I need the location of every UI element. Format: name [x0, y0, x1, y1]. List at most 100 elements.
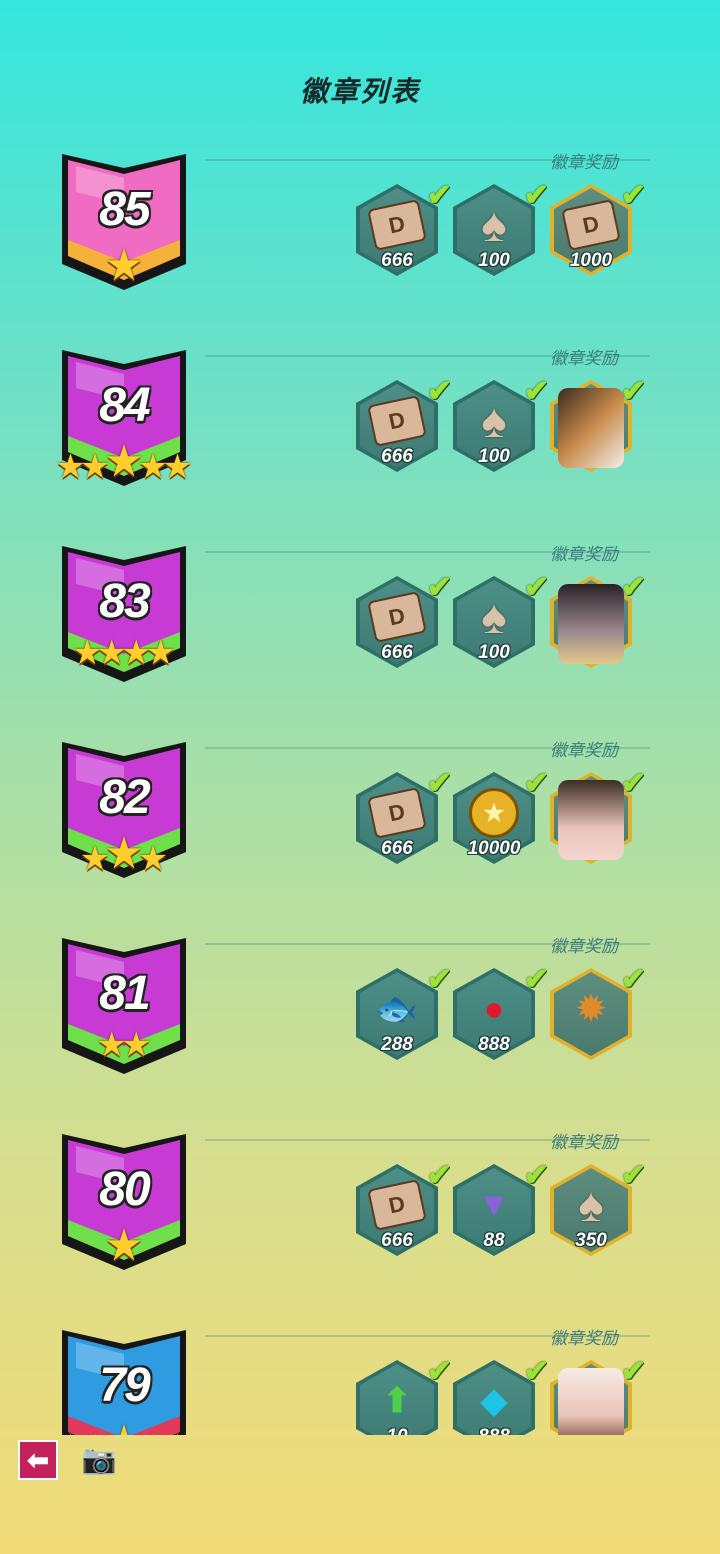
- reward-item[interactable]: D 666 ✔: [356, 1159, 452, 1256]
- spike-ring-icon: ✹: [564, 986, 618, 1032]
- reward-item[interactable]: D 666 ✔: [356, 571, 452, 668]
- reward-item[interactable]: D 666 ✔: [356, 767, 452, 864]
- costume-shirt-icon: [558, 1368, 624, 1435]
- reward-quantity: 666: [381, 1230, 413, 1251]
- badge-row: 徽章奖励 82 ★ ★ ★ D 666 ✔ ★ 10000 ✔ ✔: [0, 718, 720, 914]
- check-icon: ✔: [426, 1355, 452, 1388]
- reward-quantity: 100: [478, 250, 510, 271]
- reward-item[interactable]: ✔: [550, 1355, 646, 1435]
- badge-list[interactable]: 徽章奖励 85 ★ D 666 ✔ ♠ 100 ✔ D 1000 ✔ 徽章奖励 84 ★ ★ ★ ★ ★ D 666 ✔ ♠…: [0, 130, 720, 1435]
- level-badge[interactable]: 84 ★ ★ ★ ★ ★: [55, 340, 193, 490]
- reward-label: 徽章奖励: [550, 349, 618, 368]
- check-icon: ✔: [620, 179, 646, 212]
- d-ticket-icon: D: [561, 199, 621, 251]
- check-icon: ✔: [620, 1355, 646, 1388]
- badge-row: 徽章奖励 83 ★ ★ ★ ★ D 666 ✔ ♠ 100 ✔ ✔: [0, 522, 720, 718]
- reward-list: ⬆ 10 ✔ ◆ 888 ✔ ✔: [356, 1355, 656, 1435]
- reward-item[interactable]: ✔: [550, 767, 646, 864]
- reward-quantity: 288: [381, 1034, 413, 1055]
- star-icon: ★: [121, 1026, 152, 1064]
- level-badge[interactable]: 79 ★★★★★: [55, 1320, 193, 1435]
- costume-image: [558, 388, 624, 468]
- reward-item[interactable]: ♠ 100 ✔: [453, 571, 549, 668]
- check-icon: ✔: [523, 1159, 549, 1192]
- camera-button[interactable]: 📷: [80, 1444, 118, 1475]
- reward-item[interactable]: ♠ 100 ✔: [453, 179, 549, 276]
- reward-item[interactable]: ▼ 88 ✔: [453, 1159, 549, 1256]
- reward-item[interactable]: ★ 10000 ✔: [453, 767, 549, 864]
- ticket-symbol: D: [367, 1179, 427, 1231]
- reward-item[interactable]: ✔: [550, 375, 646, 472]
- ticket-symbol: D: [367, 395, 427, 447]
- check-icon: ✔: [523, 571, 549, 604]
- badge-level-number: 84: [99, 379, 150, 432]
- reward-quantity: 666: [381, 250, 413, 271]
- spade-ace-icon: ♠: [467, 395, 521, 448]
- reward-quantity: 10: [356, 1426, 438, 1435]
- reward-list: D 666 ✔ ♠ 100 ✔ ✔: [356, 571, 656, 672]
- level-badge[interactable]: 83 ★ ★ ★ ★: [58, 536, 190, 686]
- level-badge[interactable]: 81 ★ ★: [58, 928, 190, 1078]
- badge-stars: ★: [58, 1224, 190, 1268]
- reward-quantity: 666: [381, 446, 413, 467]
- costume-image: [558, 780, 624, 860]
- d-ticket-icon: D: [367, 199, 427, 251]
- spade-symbol: ♠: [578, 1178, 604, 1232]
- costume-image: [558, 584, 624, 664]
- badge-level-number: 79: [99, 1359, 150, 1412]
- costume-jacket-icon: [558, 388, 624, 468]
- d-ticket-icon: D: [367, 591, 427, 643]
- level-badge[interactable]: 85 ★: [58, 144, 190, 294]
- reward-label: 徽章奖励: [550, 545, 618, 564]
- check-icon: ✔: [523, 375, 549, 408]
- star-icon: ★: [145, 634, 176, 672]
- badge-level-number: 80: [99, 1163, 150, 1216]
- reward-item[interactable]: ✹ ✔: [550, 963, 646, 1060]
- badge-level-number: 83: [99, 575, 150, 628]
- level-badge[interactable]: 82 ★ ★ ★: [58, 732, 190, 882]
- reward-label: 徽章奖励: [550, 937, 618, 956]
- item-symbol: ●: [483, 989, 505, 1028]
- check-icon: ✔: [620, 571, 646, 604]
- reward-quantity: 1000: [569, 250, 613, 271]
- reward-item[interactable]: ● 888 ✔: [453, 963, 549, 1060]
- costume-boots-icon: [558, 584, 624, 664]
- ticket-symbol: D: [367, 591, 427, 643]
- reward-item[interactable]: ◆ 888 ✔: [453, 1355, 549, 1435]
- reward-quantity: 888: [478, 1034, 510, 1055]
- reward-item[interactable]: ♠ 350 ✔: [550, 1159, 646, 1256]
- back-button[interactable]: ⬅: [18, 1440, 58, 1480]
- costume-shorts-icon: [558, 780, 624, 860]
- reward-item[interactable]: ♠ 100 ✔: [453, 375, 549, 472]
- reward-quantity: 666: [381, 642, 413, 663]
- check-icon: ✔: [426, 767, 452, 800]
- check-icon: ✔: [620, 1159, 646, 1192]
- reward-list: D 666 ✔ ♠ 100 ✔ D 1000 ✔: [356, 179, 656, 280]
- ticket-symbol: D: [367, 787, 427, 839]
- reward-item[interactable]: D 666 ✔: [356, 179, 452, 276]
- diamond-card-icon: ▼: [467, 1182, 521, 1228]
- badge-stars: ★★★★★: [55, 440, 192, 485]
- check-icon: ✔: [620, 375, 646, 408]
- level-badge[interactable]: 80 ★: [58, 1124, 190, 1274]
- costume-image: [558, 1368, 624, 1435]
- badge-row: 徽章奖励 80 ★ D 666 ✔ ▼ 88 ✔ ♠ 350 ✔: [0, 1110, 720, 1306]
- check-icon: ✔: [620, 963, 646, 996]
- reward-item[interactable]: ✔: [550, 571, 646, 668]
- gift-box-icon: ●: [467, 986, 521, 1032]
- reward-item[interactable]: D 1000 ✔: [550, 179, 646, 276]
- check-icon: ✔: [523, 1355, 549, 1388]
- upgrade-arrow-icon: ⬆: [370, 1378, 424, 1424]
- reward-label: 徽章奖励: [550, 741, 618, 760]
- check-icon: ✔: [523, 963, 549, 996]
- reward-quantity: 666: [381, 838, 413, 859]
- item-symbol: ✹: [576, 990, 606, 1028]
- badge-stars: ★ ★ ★: [58, 832, 190, 877]
- reward-item[interactable]: 🐟 288 ✔: [356, 963, 452, 1060]
- spade-ace-icon: ♠: [467, 591, 521, 644]
- item-symbol: ◆: [480, 1382, 508, 1420]
- page-title: 徽章列表: [299, 76, 420, 107]
- item-symbol: 🐟: [375, 990, 419, 1028]
- reward-item[interactable]: D 666 ✔: [356, 375, 452, 472]
- reward-item[interactable]: ⬆ 10 ✔: [356, 1355, 452, 1435]
